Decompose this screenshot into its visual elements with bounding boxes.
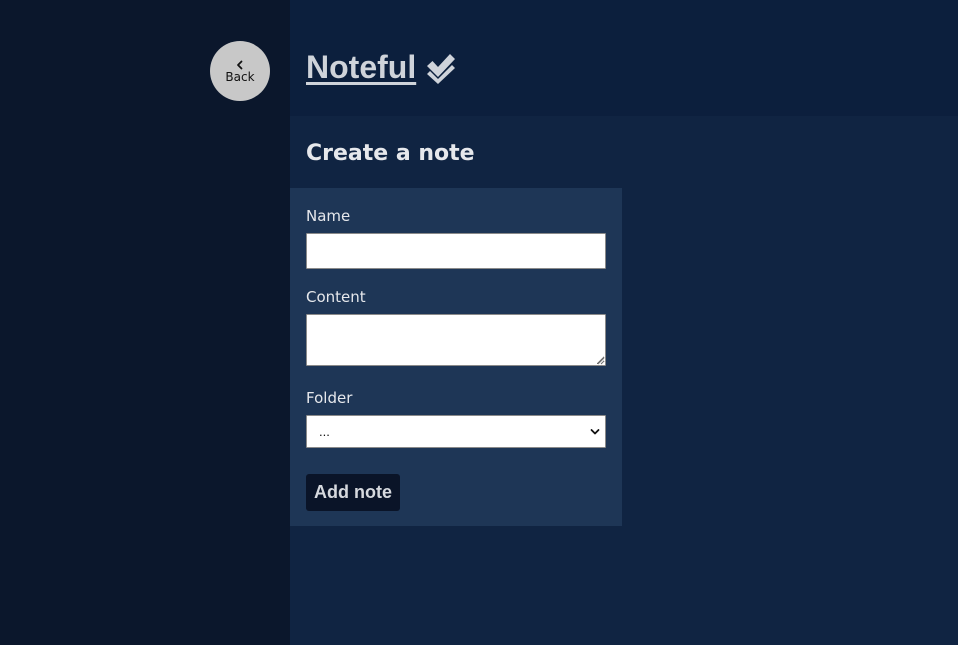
add-note-button[interactable]: Add note — [306, 474, 400, 511]
app-header: Noteful — [290, 0, 958, 116]
back-button-label: Back — [225, 69, 255, 84]
content-label: Content — [306, 288, 366, 306]
name-label: Name — [306, 207, 351, 225]
content-textarea[interactable] — [306, 314, 606, 366]
content-field-wrap — [306, 314, 606, 366]
main-content: Create a note Name Content Folder ... Ad… — [290, 116, 958, 645]
app: Back Noteful Create a note Name Content … — [0, 0, 958, 645]
name-input[interactable] — [306, 233, 606, 269]
create-note-form: Name Content Folder ... Add note — [290, 188, 622, 526]
page-title: Create a note — [306, 141, 475, 166]
brand-link[interactable]: Noteful — [306, 48, 416, 86]
brand: Noteful — [306, 48, 458, 86]
double-check-icon — [427, 54, 456, 84]
back-button[interactable]: Back — [210, 41, 270, 101]
chevron-left-icon — [237, 60, 243, 69]
folder-select[interactable]: ... — [306, 415, 606, 448]
folder-label: Folder — [306, 389, 353, 407]
chevron-down-icon — [590, 429, 600, 435]
sidebar: Back — [0, 0, 290, 645]
folder-select-value: ... — [319, 424, 330, 439]
